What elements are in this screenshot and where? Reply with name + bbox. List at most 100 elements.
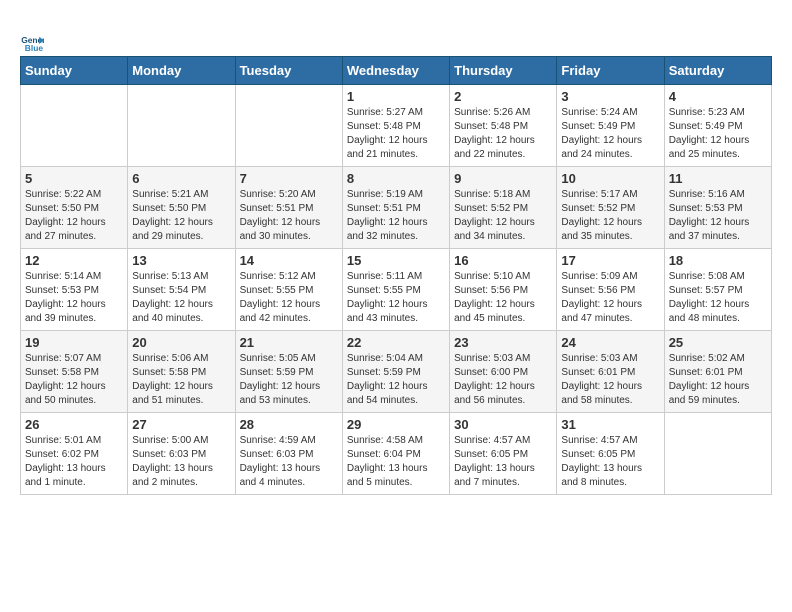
day-info: Sunrise: 5:08 AM Sunset: 5:57 PM Dayligh… (669, 270, 767, 326)
calendar-cell: 23 Sunrise: 5:03 AM Sunset: 6:00 PM Dayli… (450, 331, 557, 413)
weekday-header-tuesday: Tuesday (235, 57, 342, 85)
day-info: Sunrise: 5:02 AM Sunset: 6:01 PM Dayligh… (669, 352, 767, 408)
calendar-cell: 14Sunrise: 5:12 AM Sunset: 5:55 PM Dayli… (235, 249, 342, 331)
day-number: 22 (347, 335, 445, 350)
logo-icon: General Blue (20, 32, 44, 56)
day-number: 24 (561, 335, 659, 350)
day-info: Sunrise: 5:27 AM Sunset: 5:48 PM Dayligh… (347, 106, 445, 162)
calendar-cell: 4Sunrise: 5:23 AM Sunset: 5:49 PM Daylig… (664, 85, 771, 167)
calendar-cell (235, 85, 342, 167)
calendar-cell: 25 Sunrise: 5:02 AM Sunset: 6:01 PM Dayli… (664, 331, 771, 413)
calendar-cell: 9Sunrise: 5:18 AM Sunset: 5:52 PM Daylig… (450, 167, 557, 249)
calendar-cell: 28 Sunrise: 4:59 AM Sunset: 6:03 PM Dayli… (235, 413, 342, 495)
day-info: Sunrise: 4:57 AM Sunset: 6:05 PM Dayligh… (454, 434, 552, 490)
day-info: Sunrise: 5:21 AM Sunset: 5:50 PM Dayligh… (132, 188, 230, 244)
calendar-cell: 6 Sunrise: 5:21 AM Sunset: 5:50 PM Daylig… (128, 167, 235, 249)
calendar-cell: 12 Sunrise: 5:14 AM Sunset: 5:53 PM Dayli… (21, 249, 128, 331)
day-info: Sunrise: 5:03 AM Sunset: 6:00 PM Dayligh… (454, 352, 552, 408)
day-info: Sunrise: 5:00 AM Sunset: 6:03 PM Dayligh… (132, 434, 230, 490)
day-info: Sunrise: 5:05 AM Sunset: 5:59 PM Dayligh… (240, 352, 338, 408)
day-number: 12 (25, 253, 123, 268)
calendar-cell: 11 Sunrise: 5:16 AM Sunset: 5:53 PM Dayli… (664, 167, 771, 249)
day-info: Sunrise: 5:24 AM Sunset: 5:49 PM Dayligh… (561, 106, 659, 162)
day-number: 15 (347, 253, 445, 268)
calendar-cell: 5 Sunrise: 5:22 AM Sunset: 5:50 PM Daylig… (21, 167, 128, 249)
day-number: 18 (669, 253, 767, 268)
calendar-cell (128, 85, 235, 167)
day-number: 21 (240, 335, 338, 350)
day-number: 28 (240, 417, 338, 432)
day-number: 31 (561, 417, 659, 432)
day-number: 10 (561, 171, 659, 186)
calendar-cell: 22 Sunrise: 5:04 AM Sunset: 5:59 PM Dayli… (342, 331, 449, 413)
day-number: 9 (454, 171, 552, 186)
day-info: Sunrise: 5:03 AM Sunset: 6:01 PM Dayligh… (561, 352, 659, 408)
week-row-4: 19Sunrise: 5:07 AM Sunset: 5:58 PM Dayli… (21, 331, 772, 413)
calendar-cell: 13Sunrise: 5:13 AM Sunset: 5:54 PM Dayli… (128, 249, 235, 331)
weekday-header-saturday: Saturday (664, 57, 771, 85)
week-row-2: 5 Sunrise: 5:22 AM Sunset: 5:50 PM Daylig… (21, 167, 772, 249)
calendar-cell: 27 Sunrise: 5:00 AM Sunset: 6:03 PM Dayli… (128, 413, 235, 495)
calendar-cell: 16Sunrise: 5:10 AM Sunset: 5:56 PM Dayli… (450, 249, 557, 331)
day-number: 20 (132, 335, 230, 350)
calendar-cell: 19Sunrise: 5:07 AM Sunset: 5:58 PM Dayli… (21, 331, 128, 413)
day-number: 4 (669, 89, 767, 104)
day-number: 25 (669, 335, 767, 350)
week-row-1: 1 Sunrise: 5:27 AM Sunset: 5:48 PM Daylig… (21, 85, 772, 167)
calendar-cell: 3 Sunrise: 5:24 AM Sunset: 5:49 PM Daylig… (557, 85, 664, 167)
calendar-cell: 21 Sunrise: 5:05 AM Sunset: 5:59 PM Dayli… (235, 331, 342, 413)
weekday-header-row: SundayMondayTuesdayWednesdayThursdayFrid… (21, 57, 772, 85)
calendar-cell: 8Sunrise: 5:19 AM Sunset: 5:51 PM Daylig… (342, 167, 449, 249)
day-info: Sunrise: 5:11 AM Sunset: 5:55 PM Dayligh… (347, 270, 445, 326)
calendar-cell (664, 413, 771, 495)
logo: General Blue (20, 32, 48, 56)
weekday-header-wednesday: Wednesday (342, 57, 449, 85)
week-row-5: 26 Sunrise: 5:01 AM Sunset: 6:02 PM Dayli… (21, 413, 772, 495)
day-number: 29 (347, 417, 445, 432)
day-info: Sunrise: 5:10 AM Sunset: 5:56 PM Dayligh… (454, 270, 552, 326)
day-info: Sunrise: 5:04 AM Sunset: 5:59 PM Dayligh… (347, 352, 445, 408)
day-info: Sunrise: 5:16 AM Sunset: 5:53 PM Dayligh… (669, 188, 767, 244)
week-row-3: 12 Sunrise: 5:14 AM Sunset: 5:53 PM Dayli… (21, 249, 772, 331)
day-info: Sunrise: 5:09 AM Sunset: 5:56 PM Dayligh… (561, 270, 659, 326)
calendar-cell: 7Sunrise: 5:20 AM Sunset: 5:51 PM Daylig… (235, 167, 342, 249)
calendar-cell: 17 Sunrise: 5:09 AM Sunset: 5:56 PM Dayli… (557, 249, 664, 331)
day-number: 17 (561, 253, 659, 268)
day-number: 6 (132, 171, 230, 186)
calendar-cell: 24 Sunrise: 5:03 AM Sunset: 6:01 PM Dayli… (557, 331, 664, 413)
weekday-header-sunday: Sunday (21, 57, 128, 85)
day-number: 11 (669, 171, 767, 186)
calendar-cell: 18 Sunrise: 5:08 AM Sunset: 5:57 PM Dayli… (664, 249, 771, 331)
day-number: 5 (25, 171, 123, 186)
day-number: 3 (561, 89, 659, 104)
page-header: General Blue (20, 28, 772, 56)
day-info: Sunrise: 5:20 AM Sunset: 5:51 PM Dayligh… (240, 188, 338, 244)
calendar-cell: 2Sunrise: 5:26 AM Sunset: 5:48 PM Daylig… (450, 85, 557, 167)
day-number: 30 (454, 417, 552, 432)
calendar-cell: 31 Sunrise: 4:57 AM Sunset: 6:05 PM Dayli… (557, 413, 664, 495)
day-number: 26 (25, 417, 123, 432)
calendar-cell: 20 Sunrise: 5:06 AM Sunset: 5:58 PM Dayli… (128, 331, 235, 413)
weekday-header-thursday: Thursday (450, 57, 557, 85)
day-number: 8 (347, 171, 445, 186)
day-info: Sunrise: 5:06 AM Sunset: 5:58 PM Dayligh… (132, 352, 230, 408)
day-info: Sunrise: 5:12 AM Sunset: 5:55 PM Dayligh… (240, 270, 338, 326)
day-info: Sunrise: 5:17 AM Sunset: 5:52 PM Dayligh… (561, 188, 659, 244)
weekday-header-friday: Friday (557, 57, 664, 85)
day-number: 19 (25, 335, 123, 350)
weekday-header-monday: Monday (128, 57, 235, 85)
day-number: 27 (132, 417, 230, 432)
calendar-table: SundayMondayTuesdayWednesdayThursdayFrid… (20, 56, 772, 495)
calendar-cell: 26 Sunrise: 5:01 AM Sunset: 6:02 PM Dayli… (21, 413, 128, 495)
day-info: Sunrise: 4:57 AM Sunset: 6:05 PM Dayligh… (561, 434, 659, 490)
day-info: Sunrise: 4:59 AM Sunset: 6:03 PM Dayligh… (240, 434, 338, 490)
calendar-cell: 29Sunrise: 4:58 AM Sunset: 6:04 PM Dayli… (342, 413, 449, 495)
day-info: Sunrise: 5:26 AM Sunset: 5:48 PM Dayligh… (454, 106, 552, 162)
day-info: Sunrise: 5:14 AM Sunset: 5:53 PM Dayligh… (25, 270, 123, 326)
day-info: Sunrise: 5:22 AM Sunset: 5:50 PM Dayligh… (25, 188, 123, 244)
calendar-cell: 1 Sunrise: 5:27 AM Sunset: 5:48 PM Daylig… (342, 85, 449, 167)
day-number: 23 (454, 335, 552, 350)
day-number: 1 (347, 89, 445, 104)
day-info: Sunrise: 5:13 AM Sunset: 5:54 PM Dayligh… (132, 270, 230, 326)
day-info: Sunrise: 5:01 AM Sunset: 6:02 PM Dayligh… (25, 434, 123, 490)
